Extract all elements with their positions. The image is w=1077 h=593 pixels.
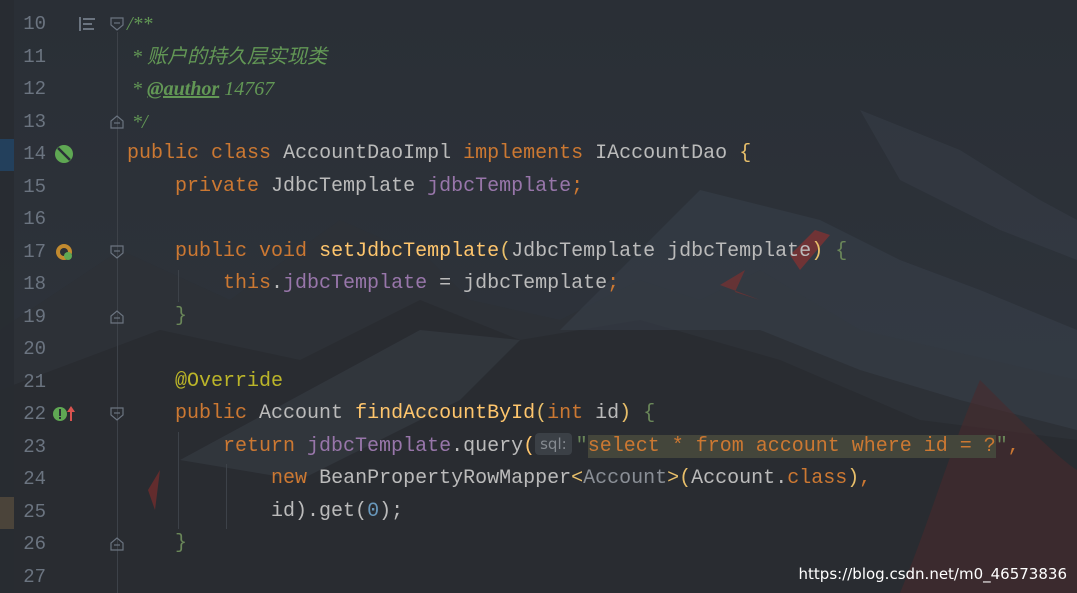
line-number: 21 (23, 371, 46, 393)
code-line[interactable]: 24 new BeanPropertyRowMapper<Account>(Ac… (0, 463, 1077, 495)
line-number: 22 (23, 403, 46, 425)
fold-marker-icon[interactable] (110, 537, 124, 551)
line-number: 19 (23, 306, 46, 328)
line-number: 11 (23, 46, 46, 68)
code-line[interactable]: 10 /** (0, 8, 1077, 40)
code-line[interactable]: 20 (0, 333, 1077, 365)
code-text: } (175, 305, 188, 328)
structure-icon[interactable] (77, 14, 97, 34)
code-line[interactable]: 21 @Override (0, 366, 1077, 398)
code-line[interactable]: 23 return jdbcTemplate.query(sql: "select… (0, 431, 1077, 463)
line-number: 17 (23, 241, 46, 263)
code-text: /** (127, 13, 153, 35)
code-text: id).get(0); (271, 500, 404, 523)
code-text: return jdbcTemplate.query(sql: "select * … (223, 433, 1020, 458)
code-line[interactable]: 16 (0, 203, 1077, 235)
code-text: @Override (175, 370, 284, 393)
code-text: * @author 14767 (127, 78, 275, 100)
line-number: 27 (23, 566, 46, 588)
code-text: public void setJdbcTemplate(JdbcTemplate… (175, 240, 848, 263)
code-line[interactable]: 11 * 账户的持久层实现类 (0, 41, 1077, 73)
bean-override-icon[interactable] (54, 242, 74, 262)
fold-marker-icon[interactable] (110, 115, 124, 129)
code-line[interactable]: 17 public void setJdbcTemplate(JdbcTempl… (0, 236, 1077, 268)
line-number: 23 (23, 436, 46, 458)
line-number: 25 (23, 501, 46, 523)
code-line[interactable]: 19 } (0, 301, 1077, 333)
code-text: } (175, 532, 188, 555)
parameter-hint: sql: (535, 433, 572, 455)
line-number: 15 (23, 176, 46, 198)
code-line[interactable]: 25 id).get(0); (0, 496, 1077, 528)
fold-marker-icon[interactable] (110, 310, 124, 324)
code-text: new BeanPropertyRowMapper<Account>(Accou… (271, 467, 872, 490)
code-text: private JdbcTemplate jdbcTemplate; (175, 175, 584, 198)
code-editor[interactable]: 10 /** 11 * 账户的持久层实现类 12 * @author 14767… (0, 0, 1077, 593)
javadoc-value: 14767 (219, 78, 275, 100)
code-line[interactable]: 18 this.jdbcTemplate = jdbcTemplate; (0, 268, 1077, 300)
code-line[interactable]: 12 * @author 14767 (0, 73, 1077, 105)
line-number: 18 (23, 273, 46, 295)
code-text: public class AccountDaoImpl implements I… (127, 142, 752, 165)
line-number: 24 (23, 468, 46, 490)
code-line[interactable]: 22 public Account findAccountById(int id… (0, 398, 1077, 430)
line-number: 13 (23, 111, 46, 133)
fold-marker-icon[interactable] (110, 407, 124, 421)
bean-icon[interactable] (54, 144, 74, 164)
line-number: 26 (23, 533, 46, 555)
implements-icon[interactable] (52, 404, 76, 424)
code-text: */ (127, 111, 148, 133)
code-line[interactable]: 13 */ (0, 106, 1077, 138)
sql-text: select * from account where id = ? (587, 435, 996, 458)
watermark: https://blog.csdn.net/m0_46573836 (798, 565, 1067, 583)
line-number: 12 (23, 78, 46, 100)
code-line[interactable]: 26 } (0, 528, 1077, 560)
line-number: 16 (23, 208, 46, 230)
code-text: * 账户的持久层实现类 (127, 46, 327, 68)
line-number: 10 (23, 13, 46, 35)
fold-marker-icon[interactable] (110, 245, 124, 259)
sql-injection-highlight: select * from account where id = ? (587, 435, 996, 458)
code-text: public Account findAccountById(int id) { (175, 402, 656, 425)
line-number: 14 (23, 143, 46, 165)
code-line[interactable]: 15 private JdbcTemplate jdbcTemplate; (0, 171, 1077, 203)
javadoc-tag: @author (147, 78, 220, 100)
code-text: this.jdbcTemplate = jdbcTemplate; (223, 272, 620, 295)
fold-marker-icon[interactable] (110, 17, 124, 31)
line-number: 20 (23, 338, 46, 360)
code-line[interactable]: 14 public class AccountDaoImpl implement… (0, 138, 1077, 170)
